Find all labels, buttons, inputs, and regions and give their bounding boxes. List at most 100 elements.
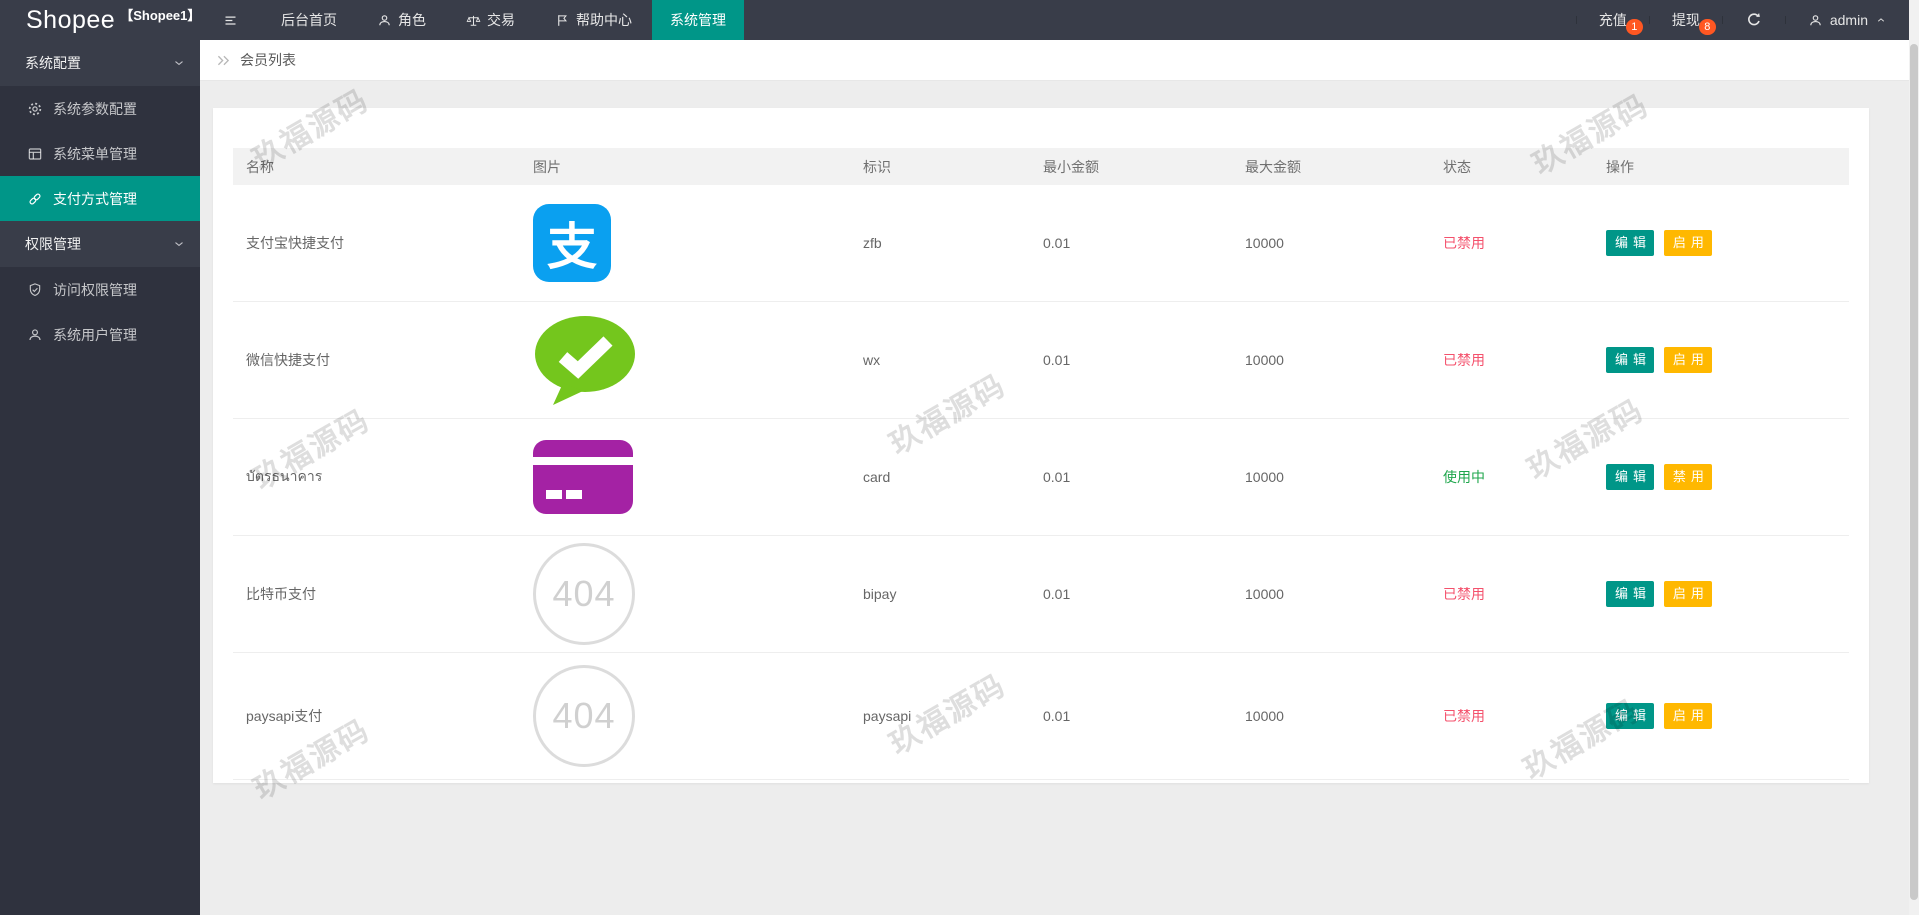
enable-button[interactable]: 启用 (1664, 347, 1712, 373)
column-header-image: 图片 (520, 148, 850, 185)
column-header-actions: 操作 (1593, 148, 1849, 185)
user-menu[interactable]: admin (1785, 16, 1909, 24)
refresh-icon (1745, 11, 1763, 29)
sidebar-group-permissions[interactable]: 权限管理 (0, 221, 200, 267)
username: admin (1830, 0, 1868, 40)
shield-check-icon (27, 282, 43, 298)
withdraw-button[interactable]: 提现 8 (1649, 16, 1722, 24)
breadcrumb-label: 会员列表 (240, 50, 296, 70)
disable-button[interactable]: 禁用 (1664, 464, 1712, 490)
hamburger-icon (223, 13, 238, 28)
sidebar: 系统配置 系统参数配置 系统菜单管理 支付方式管理 权限管理 访问权限管理 (0, 40, 200, 915)
top-navbar: Shopee 【Shopee1】 后台首页 角色 交易 帮 (0, 0, 1909, 40)
nav-item-transactions[interactable]: 交易 (446, 0, 535, 40)
recharge-badge: 1 (1626, 19, 1643, 35)
double-chevron-icon (215, 52, 232, 69)
user-icon (1808, 13, 1823, 28)
nav-item-system-management[interactable]: 系统管理 (652, 0, 744, 40)
payment-name: 支付宝快捷支付 (246, 235, 344, 251)
max-amount: 10000 (1245, 469, 1284, 485)
status-badge: 已禁用 (1443, 708, 1485, 724)
chevron-down-icon (172, 56, 186, 70)
table-row: 支付宝快捷支付 支 zfb 0.01 10000 已禁用 编辑 启用 (233, 185, 1849, 302)
payment-name: 比特币支付 (246, 586, 316, 602)
min-amount: 0.01 (1043, 469, 1070, 485)
column-header-code: 标识 (850, 148, 1030, 185)
nav-item-roles[interactable]: 角色 (357, 0, 446, 40)
min-amount: 0.01 (1043, 352, 1070, 368)
edit-button[interactable]: 编辑 (1606, 703, 1654, 729)
image-not-found-icon: 404 (533, 543, 635, 645)
enable-button[interactable]: 启用 (1664, 703, 1712, 729)
max-amount: 10000 (1245, 235, 1284, 251)
breadcrumb: 会员列表 (200, 40, 1909, 81)
max-amount: 10000 (1245, 352, 1284, 368)
scales-icon (466, 13, 481, 28)
table-row: 比特币支付 404 bipay 0.01 10000 已禁用 编辑 启用 (233, 536, 1849, 653)
navbar-right: 充值 1 提现 8 admin (1576, 16, 1909, 24)
scrollbar-thumb[interactable] (1910, 44, 1918, 900)
table-row: 微信快捷支付 wx 0.01 10000 已禁用 编辑 启用 (233, 302, 1849, 419)
min-amount: 0.01 (1043, 235, 1070, 251)
min-amount: 0.01 (1043, 586, 1070, 602)
edit-button[interactable]: 编辑 (1606, 581, 1654, 607)
withdraw-badge: 8 (1699, 19, 1716, 35)
status-badge: 已禁用 (1443, 586, 1485, 602)
table-header-row: 名称 图片 标识 最小金额 最大金额 状态 操作 (233, 148, 1849, 185)
edit-button[interactable]: 编辑 (1606, 230, 1654, 256)
chevron-down-icon (172, 237, 186, 251)
window-icon (27, 146, 43, 162)
sidebar-item-access-permissions[interactable]: 访问权限管理 (0, 267, 200, 312)
main-content: 会员列表 名称 图片 标识 最小金额 最大金额 状态 操作 (200, 40, 1909, 915)
nav-item-dashboard[interactable]: 后台首页 (261, 0, 357, 40)
sidebar-group-system-config[interactable]: 系统配置 (0, 40, 200, 86)
main-nav: 后台首页 角色 交易 帮助中心 系统管理 (200, 0, 744, 40)
enable-button[interactable]: 启用 (1664, 581, 1712, 607)
nav-item-help-center[interactable]: 帮助中心 (535, 0, 652, 40)
sidebar-item-payment-methods[interactable]: 支付方式管理 (0, 176, 200, 221)
caret-up-icon (1875, 14, 1887, 26)
edit-button[interactable]: 编辑 (1606, 347, 1654, 373)
payment-code: card (863, 469, 890, 485)
payment-name: 微信快捷支付 (246, 352, 330, 368)
payment-code: bipay (863, 586, 896, 602)
status-badge: 使用中 (1443, 469, 1485, 485)
table-row: บัตรธนาคาร card 0.01 10000 使用中 (233, 419, 1849, 536)
recharge-button[interactable]: 充值 1 (1576, 16, 1649, 24)
payment-code: wx (863, 352, 880, 368)
payment-name: paysapi支付 (246, 708, 322, 724)
gear-icon (27, 101, 43, 117)
edit-button[interactable]: 编辑 (1606, 464, 1654, 490)
status-badge: 已禁用 (1443, 352, 1485, 368)
logo-text: Shopee (26, 0, 115, 40)
scrollbar-track[interactable] (1909, 0, 1919, 915)
payments-table: 名称 图片 标识 最小金额 最大金额 状态 操作 支付宝快捷支付 支 (233, 148, 1849, 780)
bank-card-icon (533, 440, 633, 514)
user-icon (377, 13, 392, 28)
user-icon (27, 327, 43, 343)
refresh-button[interactable] (1722, 16, 1785, 24)
payment-code: zfb (863, 235, 882, 251)
link-icon (27, 191, 43, 207)
status-badge: 已禁用 (1443, 235, 1485, 251)
max-amount: 10000 (1245, 708, 1284, 724)
wechat-pay-icon (533, 315, 637, 405)
app-logo[interactable]: Shopee 【Shopee1】 (0, 0, 200, 40)
max-amount: 10000 (1245, 586, 1284, 602)
sidebar-item-system-users[interactable]: 系统用户管理 (0, 312, 200, 357)
flag-icon (555, 13, 570, 28)
image-not-found-icon: 404 (533, 665, 635, 767)
column-header-max: 最大金额 (1232, 148, 1430, 185)
enable-button[interactable]: 启用 (1664, 230, 1712, 256)
min-amount: 0.01 (1043, 708, 1070, 724)
column-header-name: 名称 (233, 148, 520, 185)
sidebar-toggle-button[interactable] (200, 0, 261, 40)
table-card: 名称 图片 标识 最小金额 最大金额 状态 操作 支付宝快捷支付 支 (213, 108, 1869, 783)
alipay-icon: 支 (533, 204, 611, 282)
column-header-min: 最小金额 (1030, 148, 1232, 185)
table-row: paysapi支付 404 paysapi 0.01 10000 已禁用 编辑 … (233, 653, 1849, 780)
column-header-status: 状态 (1430, 148, 1593, 185)
sidebar-item-system-menus[interactable]: 系统菜单管理 (0, 131, 200, 176)
sidebar-item-system-params[interactable]: 系统参数配置 (0, 86, 200, 131)
payment-code: paysapi (863, 708, 911, 724)
